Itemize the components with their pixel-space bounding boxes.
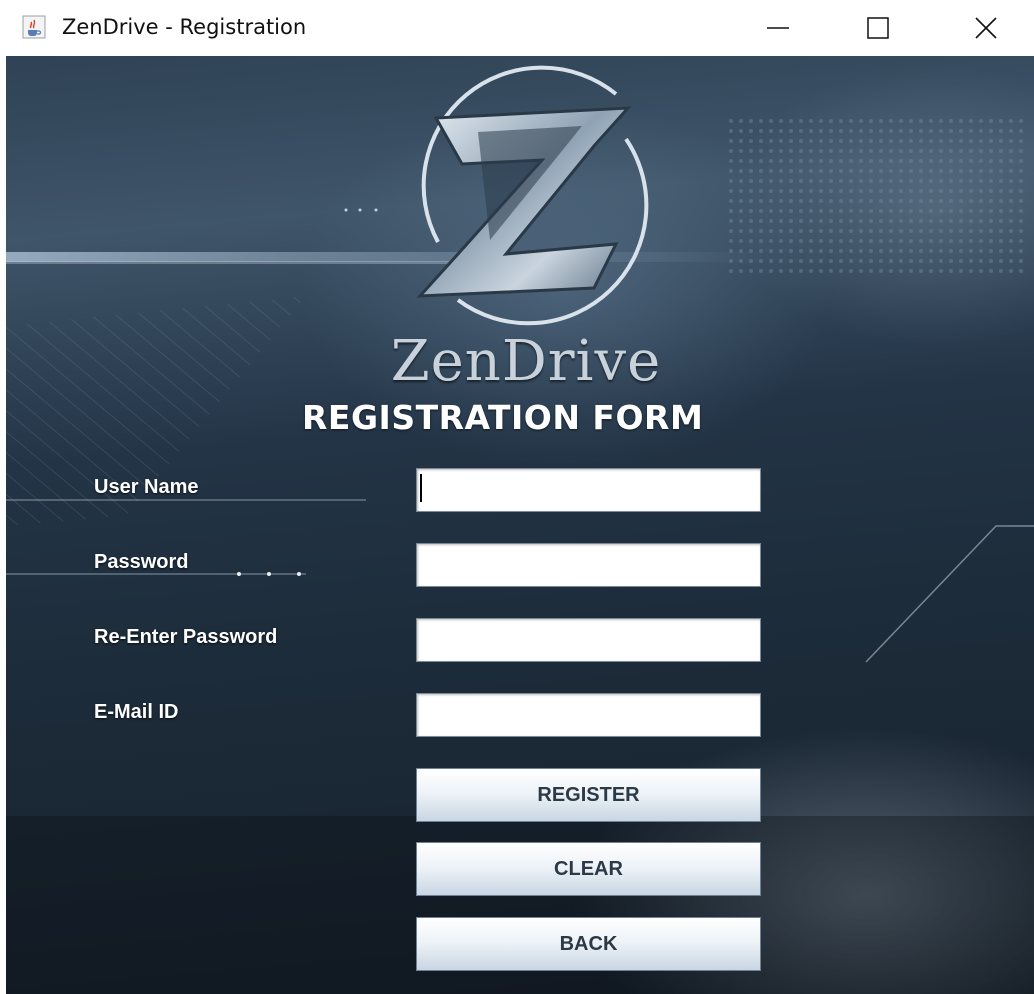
username-input[interactable]: [416, 468, 761, 512]
maximize-button[interactable]: [838, 0, 918, 56]
register-button[interactable]: REGISTER: [416, 768, 761, 822]
minimize-button[interactable]: [738, 0, 818, 56]
password-input[interactable]: [416, 543, 761, 587]
form-title: REGISTRATION FORM: [302, 398, 704, 437]
email-label: E-Mail ID: [94, 701, 179, 723]
java-cup-icon: [22, 15, 46, 39]
password-label: Password: [94, 551, 189, 573]
username-label: User Name: [94, 476, 199, 498]
window-title: ZenDrive - Registration: [62, 15, 307, 39]
text-caret: [420, 474, 422, 502]
maximize-icon: [867, 17, 889, 39]
zendrive-logo: ZenDrive: [366, 64, 686, 394]
minimize-icon: [767, 27, 789, 29]
close-icon: [975, 17, 997, 39]
clear-button[interactable]: CLEAR: [416, 842, 761, 896]
zendrive-z-logo: [416, 65, 649, 326]
reenter-password-label: Re-Enter Password: [94, 626, 278, 648]
back-button[interactable]: BACK: [416, 917, 761, 971]
reenter-password-input[interactable]: [416, 618, 761, 662]
close-button[interactable]: [946, 0, 1026, 56]
decorative-dots: [237, 572, 301, 576]
registration-panel: ZenDrive REGISTRATION FORM User Name Pas…: [6, 56, 1034, 994]
brand-name: ZenDrive: [390, 329, 662, 394]
window-titlebar: ZenDrive - Registration: [0, 0, 1034, 56]
email-input[interactable]: [416, 693, 761, 737]
